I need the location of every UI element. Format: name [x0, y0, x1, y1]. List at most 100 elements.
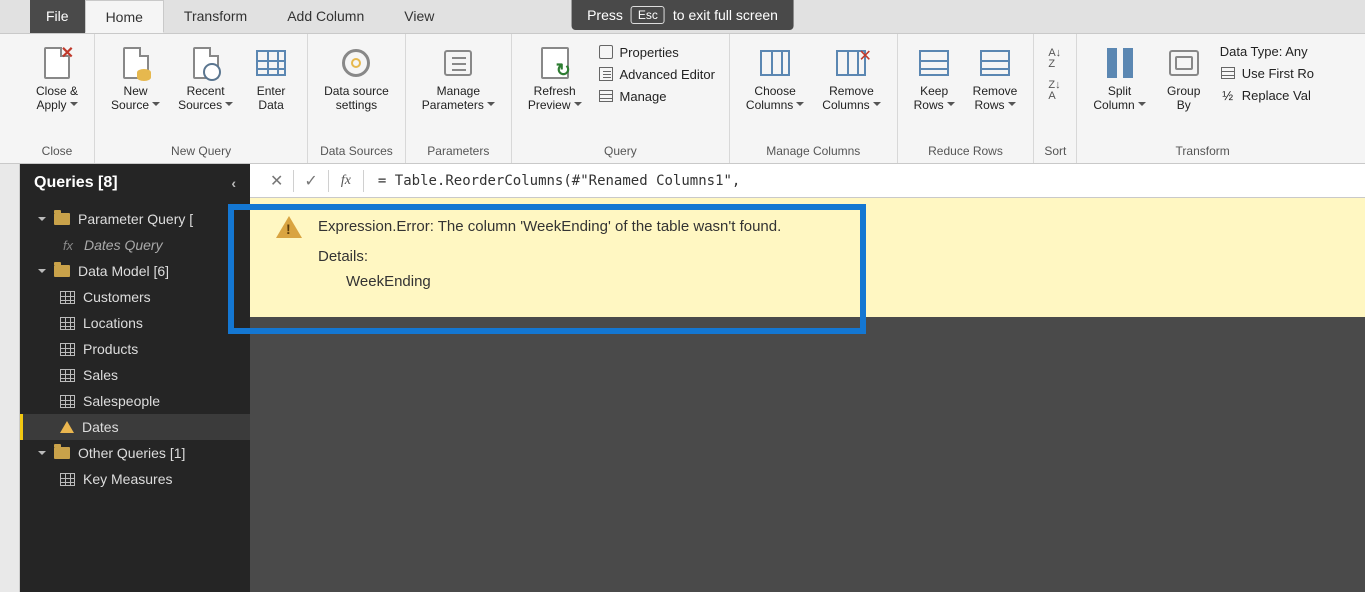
folder-parameter-query[interactable]: Parameter Query [	[20, 206, 250, 232]
advanced-editor-button[interactable]: Advanced Editor	[594, 64, 719, 84]
twisty-icon	[38, 269, 46, 277]
query-customers[interactable]: Customers	[20, 284, 250, 310]
folder-icon	[54, 265, 70, 277]
formula-accept-button[interactable]: ✓	[294, 171, 327, 191]
twisty-icon	[38, 217, 46, 225]
table-icon	[60, 473, 75, 486]
tab-home[interactable]: Home	[85, 0, 164, 33]
remove-rows-icon	[978, 46, 1012, 80]
table-icon	[60, 291, 75, 304]
query-key-measures[interactable]: Key Measures	[20, 466, 250, 492]
close-apply-icon	[40, 46, 74, 80]
advanced-editor-label: Advanced Editor	[620, 67, 715, 82]
ribbon-group-sort: A↓Z Z↓A Sort	[1034, 34, 1077, 163]
folder-other-queries[interactable]: Other Queries [1]	[20, 440, 250, 466]
ribbon-group-new-query: New Source Recent Sources Enter Data New…	[95, 34, 308, 163]
enter-data-label: Enter Data	[257, 84, 286, 113]
data-source-settings-label: Data source settings	[324, 84, 389, 113]
query-products-label: Products	[83, 341, 138, 357]
table-icon	[60, 343, 75, 356]
warning-icon	[276, 216, 302, 238]
sort-desc-button[interactable]: Z↓A	[1044, 78, 1065, 104]
queries-title: Queries [8]	[34, 174, 118, 192]
remove-rows-button[interactable]: Remove Rows	[967, 42, 1024, 117]
recent-sources-icon	[189, 46, 223, 80]
query-locations[interactable]: Locations	[20, 310, 250, 336]
query-customers-label: Customers	[83, 289, 151, 305]
group-by-button[interactable]: Group By	[1158, 42, 1210, 117]
error-banner: Expression.Error: The column 'WeekEnding…	[250, 198, 1365, 317]
refresh-preview-button[interactable]: Refresh Preview	[522, 42, 588, 117]
ribbon-group-manage-columns: Choose Columns Remove Columns Manage Col…	[730, 34, 898, 163]
tab-view[interactable]: View	[384, 0, 454, 33]
manage-query-button[interactable]: Manage	[594, 86, 719, 106]
query-dates[interactable]: Dates	[20, 414, 250, 440]
new-source-button[interactable]: New Source	[105, 42, 166, 117]
group-label-reduce-rows: Reduce Rows	[908, 141, 1024, 161]
ribbon-group-close: Close & Apply Close	[20, 34, 95, 163]
split-column-label: Split Column	[1093, 84, 1134, 112]
group-label-data-sources: Data Sources	[318, 141, 395, 161]
query-locations-label: Locations	[83, 315, 143, 331]
data-source-settings-button[interactable]: Data source settings	[318, 42, 395, 117]
banner-rest: to exit full screen	[673, 7, 778, 23]
parameters-icon	[441, 46, 475, 80]
query-sales-label: Sales	[83, 367, 118, 383]
tab-file[interactable]: File	[30, 0, 85, 33]
fx-icon[interactable]: fx	[329, 173, 363, 189]
tab-add-column[interactable]: Add Column	[267, 0, 384, 33]
formula-cancel-button[interactable]: ✕	[260, 171, 293, 191]
query-dates-query[interactable]: fx Dates Query	[20, 232, 250, 258]
query-salespeople-label: Salespeople	[83, 393, 160, 409]
group-label-close: Close	[30, 141, 84, 161]
formula-expression[interactable]: = Table.ReorderColumns(#"Renamed Columns…	[364, 173, 740, 189]
tab-transform[interactable]: Transform	[164, 0, 267, 33]
folder-other-queries-label: Other Queries [1]	[78, 445, 185, 461]
keep-rows-button[interactable]: Keep Rows	[908, 42, 961, 117]
sort-asc-button[interactable]: A↓Z	[1044, 46, 1065, 72]
left-rail	[0, 164, 20, 592]
replace-values-button[interactable]: ½ Replace Val	[1216, 85, 1318, 105]
query-sales[interactable]: Sales	[20, 362, 250, 388]
banner-press: Press	[587, 7, 623, 23]
group-label-query: Query	[522, 141, 719, 161]
error-details-value: WeekEnding	[318, 269, 781, 295]
manage-label: Manage	[620, 89, 667, 104]
data-type-button[interactable]: Data Type: Any	[1216, 42, 1318, 61]
query-products[interactable]: Products	[20, 336, 250, 362]
remove-columns-button[interactable]: Remove Columns	[816, 42, 886, 117]
replace-values-icon: ½	[1220, 87, 1236, 103]
split-column-button[interactable]: Split Column	[1087, 42, 1151, 117]
use-first-row-button[interactable]: Use First Ro	[1216, 63, 1318, 83]
properties-icon	[598, 44, 614, 60]
manage-parameters-button[interactable]: Manage Parameters	[416, 42, 501, 117]
folder-parameter-query-label: Parameter Query [	[78, 211, 193, 227]
fullscreen-banner: Press Esc to exit full screen	[571, 0, 794, 30]
group-by-label: Group By	[1167, 84, 1200, 113]
collapse-pane-icon[interactable]: ‹	[231, 175, 236, 191]
advanced-editor-icon	[598, 66, 614, 82]
choose-columns-button[interactable]: Choose Columns	[740, 42, 810, 117]
close-apply-button[interactable]: Close & Apply	[30, 42, 84, 117]
properties-label: Properties	[620, 45, 679, 60]
query-salespeople[interactable]: Salespeople	[20, 388, 250, 414]
replace-values-label: Replace Val	[1242, 88, 1311, 103]
group-label-new-query: New Query	[105, 141, 297, 161]
split-column-icon	[1103, 46, 1137, 80]
ribbon-group-data-sources: Data source settings Data Sources	[308, 34, 406, 163]
folder-data-model[interactable]: Data Model [6]	[20, 258, 250, 284]
choose-columns-label: Choose Columns	[746, 84, 796, 112]
query-dates-query-label: Dates Query	[84, 237, 163, 253]
esc-key: Esc	[631, 6, 665, 24]
recent-sources-label: Recent Sources	[178, 84, 225, 112]
main-area: ✕ ✓ fx = Table.ReorderColumns(#"Renamed …	[250, 164, 1365, 592]
enter-data-button[interactable]: Enter Data	[245, 42, 297, 117]
ribbon: Close & Apply Close New Source Recent So…	[0, 34, 1365, 164]
recent-sources-button[interactable]: Recent Sources	[172, 42, 239, 117]
table-icon	[60, 369, 75, 382]
properties-button[interactable]: Properties	[594, 42, 719, 62]
fx-icon: fx	[60, 238, 76, 253]
enter-data-icon	[254, 46, 288, 80]
queries-pane-header: Queries [8] ‹	[20, 164, 250, 202]
ribbon-group-transform: Split Column Group By Data Type: Any Use…	[1077, 34, 1328, 163]
